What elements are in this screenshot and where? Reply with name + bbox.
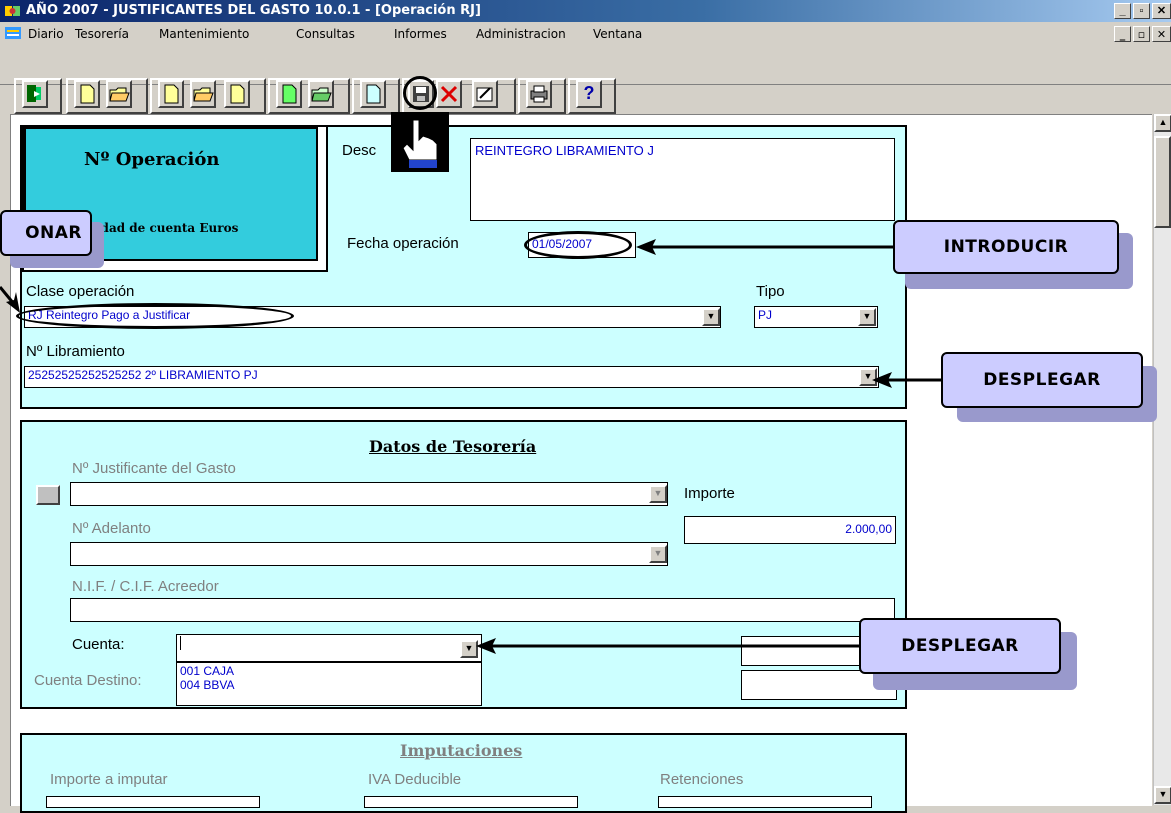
callout-arrows xyxy=(0,239,941,654)
